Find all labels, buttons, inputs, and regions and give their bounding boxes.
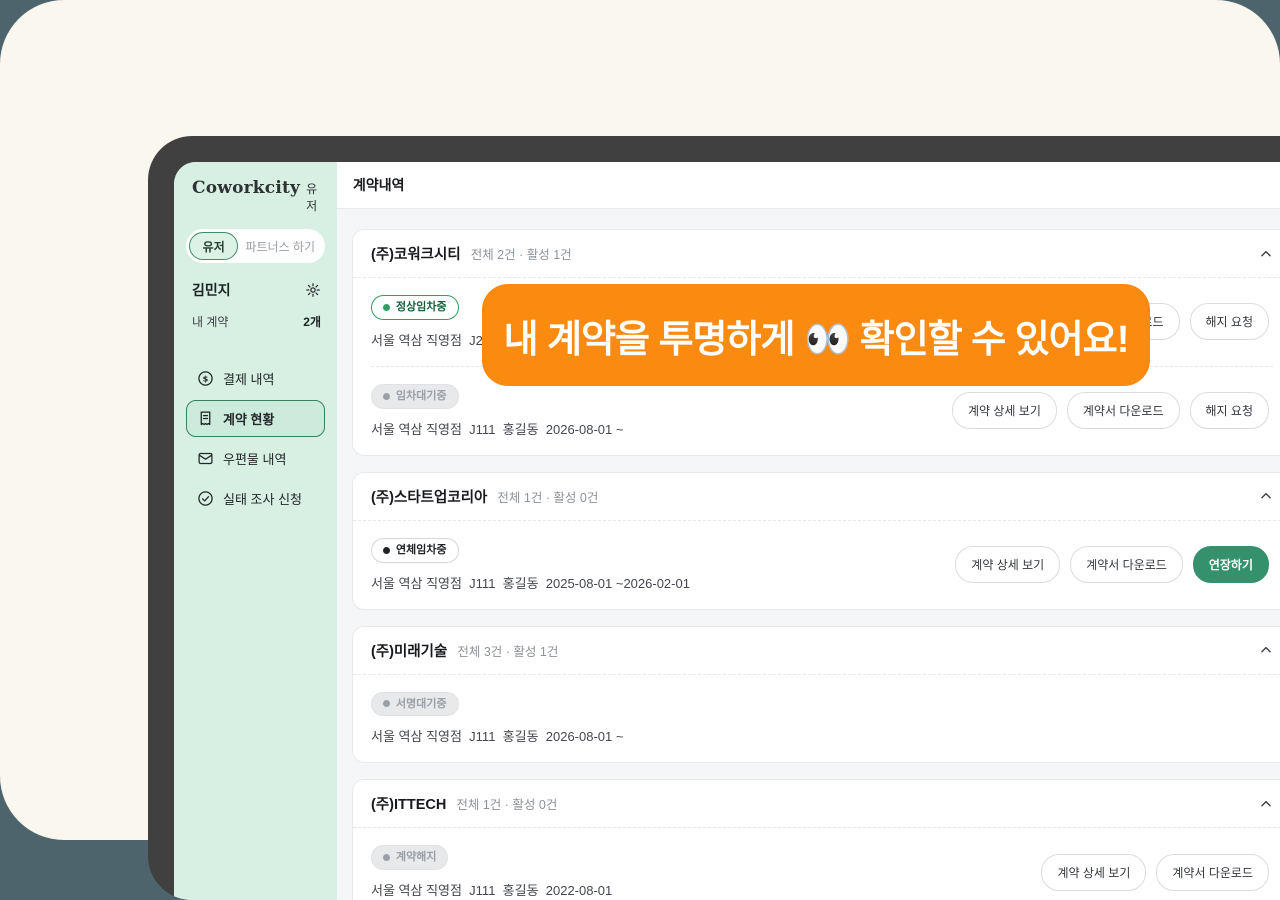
company-name: (주)코워크시티	[371, 243, 461, 264]
my-contract-summary: 내 계약 2개	[186, 313, 325, 330]
toggle-user-button[interactable]: 유저	[189, 232, 238, 260]
status-dot-icon	[383, 700, 390, 707]
company-name: (주)미래기술	[371, 640, 447, 661]
status-label: 정상임차중	[396, 300, 447, 315]
dollar-circle-icon: $	[197, 370, 214, 387]
contract-detail-button[interactable]: 계약 상세 보기	[952, 392, 1057, 429]
contract-download-button[interactable]: 계약서 다운로드	[1067, 392, 1180, 429]
promo-banner-text: 내 계약을 투명하게 👀 확인할 수 있어요!	[504, 308, 1129, 363]
page-title: 계약내역	[353, 177, 405, 193]
company-meta: 전체 2건 · 활성 1건	[471, 244, 572, 263]
sidebar: Coworkcity 유저 유저 파트너스 하기 김민지	[174, 162, 337, 900]
settings-button[interactable]	[305, 282, 321, 298]
contract-detail-text: 서울 역삼 직영점 J111 홍길동 2025-08-01 ~2026-02-0…	[371, 573, 690, 592]
brand-logo: Coworkcity 유저	[186, 178, 325, 214]
contract-download-button[interactable]: 계약서 다운로드	[1070, 546, 1183, 583]
status-badge: 서명대기중	[371, 692, 459, 717]
page-header: 계약내역	[337, 162, 1280, 209]
my-contract-count: 2개	[303, 313, 321, 330]
company-meta: 전체 3건 · 활성 1건	[457, 641, 558, 660]
company-card-header[interactable]: (주)ITTECH 전체 1건 · 활성 0건	[353, 780, 1280, 827]
collapse-button[interactable]	[1259, 643, 1273, 657]
account-type-toggle: 유저 파트너스 하기	[186, 229, 325, 263]
main-area: 계약내역 (주)코워크시티 전체 2건 · 활성 1건	[337, 162, 1280, 900]
status-badge: 임차대기중	[371, 384, 459, 409]
check-circle-icon	[197, 490, 214, 507]
collapse-button[interactable]	[1259, 797, 1273, 811]
sidebar-item-mail[interactable]: 우편물 내역	[186, 440, 325, 477]
toggle-partner-button[interactable]: 파트너스 하기	[238, 232, 322, 260]
my-contract-label: 내 계약	[192, 313, 228, 330]
chevron-up-icon	[1259, 247, 1273, 261]
gear-icon	[305, 282, 321, 298]
contract-detail-text: 서울 역삼 직영점 J111 홍길동 2026-08-01 ~	[371, 419, 623, 438]
sidebar-menu: $ 결제 내역 계약 현황	[186, 360, 325, 517]
sidebar-item-label: 계약 현황	[223, 409, 274, 428]
collapse-button[interactable]	[1259, 489, 1273, 503]
sidebar-item-label: 결제 내역	[223, 369, 274, 388]
status-label: 계약해지	[396, 850, 436, 865]
company-card-header[interactable]: (주)미래기술 전체 3건 · 활성 1건	[353, 627, 1280, 674]
contract-doc-icon	[197, 410, 214, 427]
brand-logo-text: Coworkcity	[192, 178, 300, 198]
svg-text:$: $	[203, 373, 209, 383]
chevron-up-icon	[1259, 797, 1273, 811]
contract-row: 서명대기중 서울 역삼 직영점 J111 홍길동 2026-08-01 ~	[353, 675, 1280, 763]
contract-actions: 계약 상세 보기 계약서 다운로드 해지 요청	[952, 392, 1269, 429]
company-card: (주)스타트업코리아 전체 1건 · 활성 0건	[352, 472, 1280, 610]
company-name: (주)ITTECH	[371, 793, 446, 814]
terminate-request-button[interactable]: 해지 요청	[1190, 392, 1270, 429]
status-dot-icon	[383, 547, 390, 554]
contract-download-button[interactable]: 계약서 다운로드	[1156, 854, 1269, 891]
sidebar-item-payments[interactable]: $ 결제 내역	[186, 360, 325, 397]
company-meta: 전체 1건 · 활성 0건	[497, 487, 598, 506]
status-label: 임차대기중	[396, 389, 447, 404]
contract-detail-text: 서울 역삼 직영점 J111 홍길동 2026-08-01 ~	[371, 726, 623, 745]
chevron-up-icon	[1259, 643, 1273, 657]
company-card-header[interactable]: (주)스타트업코리아 전체 1건 · 활성 0건	[353, 473, 1280, 520]
company-name: (주)스타트업코리아	[371, 486, 487, 507]
extend-contract-button[interactable]: 연장하기	[1193, 546, 1269, 583]
status-label: 서명대기중	[396, 697, 447, 712]
status-badge: 정상임차중	[371, 295, 459, 320]
profile-name: 김민지	[192, 280, 231, 300]
sidebar-item-survey[interactable]: 실태 조사 신청	[186, 480, 325, 517]
app-window: Coworkcity 유저 유저 파트너스 하기 김민지	[174, 162, 1280, 900]
contract-actions: 계약 상세 보기 계약서 다운로드	[1041, 854, 1269, 891]
contract-detail-button[interactable]: 계약 상세 보기	[1041, 854, 1146, 891]
status-dot-icon	[383, 393, 390, 400]
mail-icon	[197, 450, 214, 467]
status-dot-icon	[383, 854, 390, 861]
contract-detail-text: 서울 역삼 직영점 J28	[371, 330, 490, 349]
contract-detail-button[interactable]: 계약 상세 보기	[955, 546, 1060, 583]
chevron-up-icon	[1259, 489, 1273, 503]
terminate-request-button[interactable]: 해지 요청	[1190, 303, 1270, 340]
status-badge: 계약해지	[371, 845, 448, 870]
status-badge: 연체임차중	[371, 538, 459, 563]
sidebar-item-contracts[interactable]: 계약 현황	[186, 400, 325, 437]
brand-logo-suffix: 유저	[306, 180, 325, 214]
contract-actions: 계약 상세 보기 계약서 다운로드 연장하기	[955, 546, 1269, 583]
sidebar-item-label: 우편물 내역	[223, 449, 286, 468]
status-dot-icon	[383, 304, 390, 311]
collapse-button[interactable]	[1259, 247, 1273, 261]
profile-row: 김민지	[186, 280, 325, 300]
sidebar-item-label: 실태 조사 신청	[223, 489, 302, 508]
contract-row: 계약해지 서울 역삼 직영점 J111 홍길동 2022-08-01 계약 상세…	[353, 828, 1280, 900]
device-frame: Coworkcity 유저 유저 파트너스 하기 김민지	[148, 136, 1280, 900]
promo-banner: 내 계약을 투명하게 👀 확인할 수 있어요!	[482, 284, 1150, 386]
contract-row: 연체임차중 서울 역삼 직영점 J111 홍길동 2025-08-01 ~202…	[353, 521, 1280, 609]
company-meta: 전체 1건 · 활성 0건	[456, 794, 557, 813]
contract-detail-text: 서울 역삼 직영점 J111 홍길동 2022-08-01	[371, 880, 612, 899]
company-card: (주)미래기술 전체 3건 · 활성 1건	[352, 626, 1280, 764]
status-label: 연체임차중	[396, 543, 447, 558]
company-card-header[interactable]: (주)코워크시티 전체 2건 · 활성 1건	[353, 230, 1280, 277]
